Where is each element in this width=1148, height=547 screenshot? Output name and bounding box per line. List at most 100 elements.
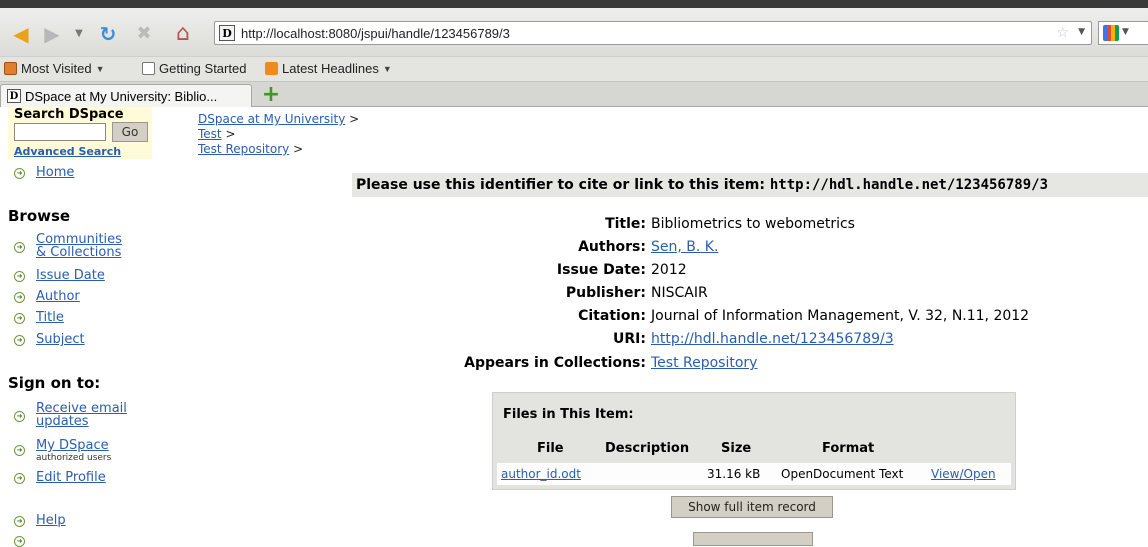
navigation-toolbar: ◀ ▶ ▼ ↻ ✖ ⌂ D http://localhost:8080/jspu…: [0, 8, 1148, 56]
authorized-users-note: authorized users: [36, 453, 112, 463]
metadata-row-title: Title: Bibliometrics to webometrics: [0, 213, 1148, 235]
metadata-value: NISCAIR: [651, 285, 708, 301]
arrow-bullet-icon: ➜: [14, 168, 25, 179]
metadata-row-citation: Citation: Journal of Information Managem…: [0, 305, 1148, 327]
tab-current-page[interactable]: D DSpace at My University: Biblio...: [0, 84, 252, 107]
metadata-row-issue-date: Issue Date: 2012: [0, 259, 1148, 281]
files-heading: Files in This Item:: [503, 407, 634, 422]
metadata-label: Authors:: [578, 239, 646, 255]
search-engine-dropdown-icon[interactable]: ▼: [1122, 27, 1129, 37]
column-header-size: Size: [721, 441, 752, 456]
sidebar-item-my-dspace[interactable]: ➜ My DSpace authorized users: [14, 438, 111, 463]
metadata-row-publisher: Publisher: NISCAIR: [0, 282, 1148, 304]
metadata-label: Appears in Collections:: [464, 355, 646, 371]
sidebar-item-label[interactable]: Receive email updates: [36, 402, 127, 428]
updates-label: updates: [36, 414, 89, 429]
metadata-label: URI:: [613, 331, 646, 347]
cite-url: http://hdl.handle.net/123456789/3: [769, 177, 1049, 193]
chevron-down-icon: ▼: [382, 63, 392, 74]
home-icon[interactable]: ⌂: [168, 23, 198, 45]
forward-arrow-icon[interactable]: ▶: [40, 23, 64, 45]
sidebar-item-help[interactable]: ➜ Help: [14, 514, 66, 527]
page-icon: [142, 62, 155, 75]
search-heading: Search DSpace: [14, 107, 124, 122]
search-input[interactable]: [14, 123, 106, 141]
sidebar-item-label[interactable]: Edit Profile: [36, 471, 106, 484]
folder-icon: [4, 62, 17, 75]
metadata-label: Issue Date:: [556, 262, 646, 278]
address-bar[interactable]: D http://localhost:8080/jspui/handle/123…: [214, 21, 1092, 45]
metadata-row-uri: URI: http://hdl.handle.net/123456789/3: [0, 328, 1148, 350]
chevron-down-icon: ▼: [95, 63, 105, 74]
sidebar-item-label[interactable]: Home: [36, 166, 74, 179]
column-header-file: File: [537, 441, 564, 456]
breadcrumb-separator: >: [349, 112, 360, 126]
partial-button[interactable]: [693, 532, 813, 546]
show-full-record-button[interactable]: Show full item record: [671, 496, 833, 518]
sidebar-item-email-updates[interactable]: ➜ Receive email updates: [14, 402, 127, 428]
breadcrumb-test-link[interactable]: Test: [198, 127, 222, 141]
signon-heading: Sign on to:: [8, 374, 101, 392]
breadcrumb-home-link[interactable]: DSpace at My University: [198, 112, 345, 126]
file-size: 31.16 kB: [707, 467, 761, 481]
sidebar-item-edit-profile[interactable]: ➜ Edit Profile: [14, 471, 106, 484]
go-button[interactable]: Go: [112, 122, 148, 142]
breadcrumb-separator: >: [293, 142, 304, 156]
advanced-search-link[interactable]: Advanced Search: [14, 145, 121, 158]
bookmarks-toolbar: Most Visited ▼ Getting Started Latest He…: [0, 56, 1148, 82]
author-link[interactable]: Sen, B. K.: [651, 236, 718, 258]
tab-strip: D DSpace at My University: Biblio... +: [0, 82, 1148, 107]
my-dspace-label[interactable]: My DSpace: [36, 438, 109, 453]
metadata-label: Title:: [605, 216, 646, 232]
cite-label: Please use this identifier to cite or li…: [356, 177, 765, 193]
sidebar-item-label[interactable]: Help: [36, 514, 66, 527]
arrow-bullet-icon: ➜: [14, 473, 25, 484]
sidebar-item-label[interactable]: My DSpace authorized users: [36, 438, 111, 463]
column-header-description: Description: [605, 441, 690, 456]
column-header-format: Format: [822, 441, 875, 456]
files-panel: Files in This Item: File Description Siz…: [492, 392, 1016, 490]
arrow-bullet-icon: ➜: [14, 516, 25, 527]
reload-icon[interactable]: ↻: [96, 23, 120, 45]
metadata-value: Journal of Information Management, V. 32…: [651, 308, 1030, 324]
bookmark-star-icon[interactable]: ☆: [1056, 25, 1069, 41]
back-arrow-icon[interactable]: ◀: [6, 23, 36, 45]
arrow-bullet-icon: ➜: [14, 411, 25, 422]
bookmark-label: Most Visited: [21, 61, 92, 76]
arrow-bullet-icon: ➜: [14, 445, 25, 456]
metadata-value: 2012: [651, 262, 687, 278]
url-dropdown-icon[interactable]: ▼: [1078, 27, 1085, 37]
breadcrumb-separator: >: [225, 127, 236, 141]
metadata-row-collections: Appears in Collections: Test Repository: [0, 352, 1148, 374]
window-top-edge: [0, 0, 1148, 8]
citation-identifier-bar: Please use this identifier to cite or li…: [352, 173, 1148, 197]
metadata-label: Publisher:: [565, 285, 646, 301]
file-name-link[interactable]: author_id.odt: [501, 467, 581, 481]
bookmark-most-visited[interactable]: Most Visited ▼: [4, 61, 105, 76]
rss-icon: [265, 62, 278, 75]
search-panel: Search DSpace Go Advanced Search: [8, 107, 152, 159]
breadcrumb: DSpace at My University > Test > Test Re…: [198, 112, 359, 157]
site-favicon-icon: D: [219, 25, 235, 41]
sidebar-item-home[interactable]: ➜ Home: [14, 166, 74, 179]
uri-link[interactable]: http://hdl.handle.net/123456789/3: [651, 328, 894, 350]
page-content: Search DSpace Go Advanced Search ➜ Home …: [0, 107, 1148, 547]
url-text[interactable]: http://localhost:8080/jspui/handle/12345…: [241, 26, 510, 41]
new-tab-plus-icon[interactable]: +: [261, 84, 281, 106]
stop-icon[interactable]: ✖: [132, 23, 156, 45]
bookmark-getting-started[interactable]: Getting Started: [142, 61, 246, 76]
view-open-link[interactable]: View/Open: [931, 467, 996, 481]
metadata-label: Citation:: [578, 308, 646, 324]
bookmark-label: Getting Started: [159, 61, 247, 76]
collection-link[interactable]: Test Repository: [651, 352, 757, 374]
google-icon[interactable]: [1103, 25, 1119, 41]
history-dropdown-icon[interactable]: ▼: [72, 23, 86, 45]
breadcrumb-collection-link[interactable]: Test Repository: [198, 142, 289, 156]
bookmark-latest-headlines[interactable]: Latest Headlines ▼: [265, 61, 392, 76]
site-favicon-icon: D: [7, 89, 21, 103]
tab-title: DSpace at My University: Biblio...: [25, 88, 218, 104]
file-format: OpenDocument Text: [781, 467, 904, 481]
search-engine-bar[interactable]: ▼: [1098, 21, 1148, 45]
sidebar-item-partial: ➜: [14, 534, 36, 547]
metadata-row-authors: Authors: Sen, B. K.: [0, 236, 1148, 258]
